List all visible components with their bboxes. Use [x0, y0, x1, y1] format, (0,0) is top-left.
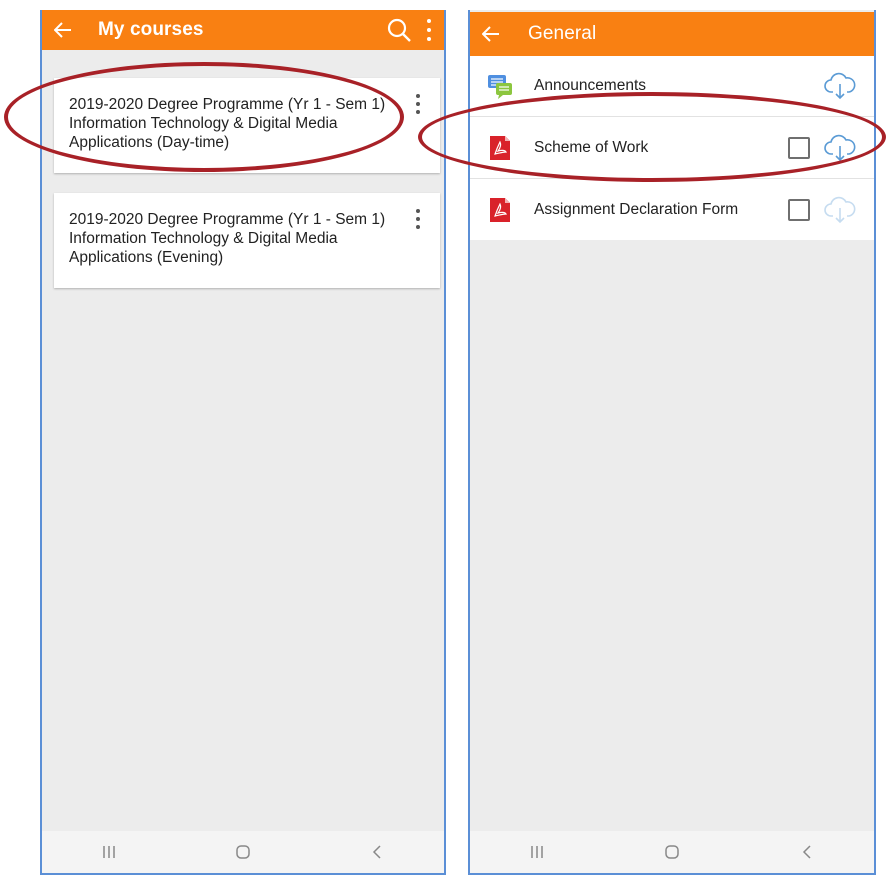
my-courses-screen: My courses 2019-2020 Degree Programme (Y… [40, 10, 446, 875]
course-options-icon[interactable] [416, 94, 420, 114]
pdf-icon [490, 197, 510, 222]
system-nav-bar [470, 831, 874, 873]
list-item-announcements[interactable]: Announcements [470, 56, 874, 117]
home-icon[interactable] [213, 837, 273, 867]
course-name: 2019-2020 Degree Programme (Yr 1 - Sem 1… [69, 96, 386, 151]
home-icon[interactable] [642, 837, 702, 867]
page-title: My courses [98, 19, 204, 40]
course-options-icon[interactable] [416, 209, 420, 229]
recent-apps-icon[interactable] [79, 837, 139, 867]
page-title: General [528, 23, 597, 44]
cloud-download-icon[interactable] [824, 72, 856, 100]
general-section-screen: General Announcements Scheme of Work Ass… [468, 10, 876, 875]
course-name: 2019-2020 Degree Programme (Yr 1 - Sem 1… [69, 211, 386, 266]
list-item-assignment-declaration-form[interactable]: Assignment Declaration Form [470, 179, 874, 240]
forum-icon [488, 75, 512, 99]
back-arrow-icon[interactable] [52, 19, 74, 41]
back-icon[interactable] [777, 837, 837, 867]
search-icon[interactable] [386, 17, 412, 43]
list-item-scheme-of-work[interactable]: Scheme of Work [470, 117, 874, 179]
back-arrow-icon[interactable] [480, 23, 502, 45]
select-checkbox[interactable] [788, 198, 810, 221]
back-icon[interactable] [347, 837, 407, 867]
app-bar: My courses [42, 10, 444, 50]
course-card[interactable]: 2019-2020 Degree Programme (Yr 1 - Sem 1… [54, 78, 440, 173]
resource-list: Announcements Scheme of Work Assignment … [470, 56, 874, 240]
item-label: Scheme of Work [534, 138, 649, 156]
recent-apps-icon[interactable] [507, 837, 567, 867]
pdf-icon [490, 135, 510, 160]
cloud-download-icon[interactable] [824, 134, 856, 162]
item-label: Announcements [534, 77, 647, 94]
kebab-menu-icon[interactable] [426, 19, 432, 41]
item-label: Assignment Declaration Form [534, 200, 739, 218]
system-nav-bar [42, 831, 444, 873]
cloud-download-icon[interactable] [824, 196, 856, 224]
select-checkbox[interactable] [788, 136, 810, 159]
app-bar: General [470, 12, 874, 56]
course-card[interactable]: 2019-2020 Degree Programme (Yr 1 - Sem 1… [54, 193, 440, 288]
